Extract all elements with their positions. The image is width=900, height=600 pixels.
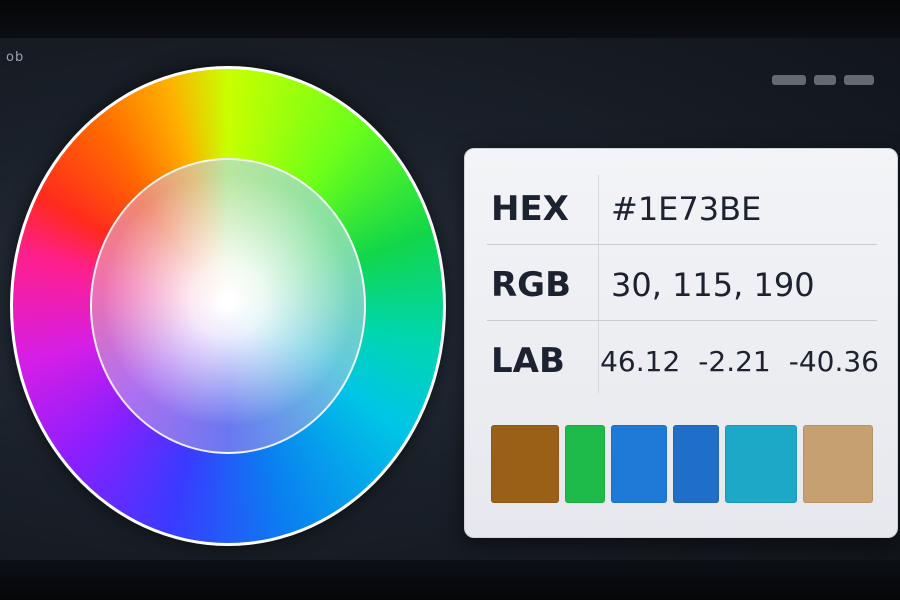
lab-row: LAB 46.12 -2.21 -40.36 [491, 331, 879, 391]
row-divider [487, 320, 877, 321]
swatch[interactable] [611, 425, 667, 503]
status-indicators [772, 72, 882, 88]
hex-label: HEX [491, 189, 569, 229]
swatch[interactable] [725, 425, 797, 503]
lab-b-value: -40.36 [788, 344, 879, 378]
swatch[interactable] [565, 425, 605, 503]
lab-l-value: 46.12 [600, 344, 681, 378]
bottom-bezel [0, 560, 900, 600]
row-divider [487, 244, 877, 245]
lab-a-value: -2.21 [698, 344, 771, 378]
swatch[interactable] [803, 425, 873, 503]
swatch[interactable] [491, 425, 559, 503]
swatch[interactable] [673, 425, 719, 503]
color-info-panel: HEX #1E73BE RGB 30, 115, 190 LAB 46.12 -… [464, 148, 898, 538]
lab-values[interactable]: 46.12 -2.21 -40.36 [600, 345, 879, 378]
rgb-label: RGB [491, 265, 572, 305]
color-wheel[interactable] [10, 66, 446, 546]
corner-logo: ob [6, 50, 25, 65]
hex-row: HEX #1E73BE [491, 179, 879, 239]
display-screen: ob HEX #1E73BE RGB 30, 115, 190 LAB 46.1… [0, 0, 900, 600]
rgb-value[interactable]: 30, 115, 190 [611, 266, 815, 304]
lab-label: LAB [491, 341, 565, 381]
top-bezel [0, 0, 900, 38]
hex-value[interactable]: #1E73BE [611, 190, 761, 228]
rgb-row: RGB 30, 115, 190 [491, 255, 879, 315]
swatch-palette [491, 425, 873, 503]
color-picker-handle[interactable] [219, 295, 235, 311]
